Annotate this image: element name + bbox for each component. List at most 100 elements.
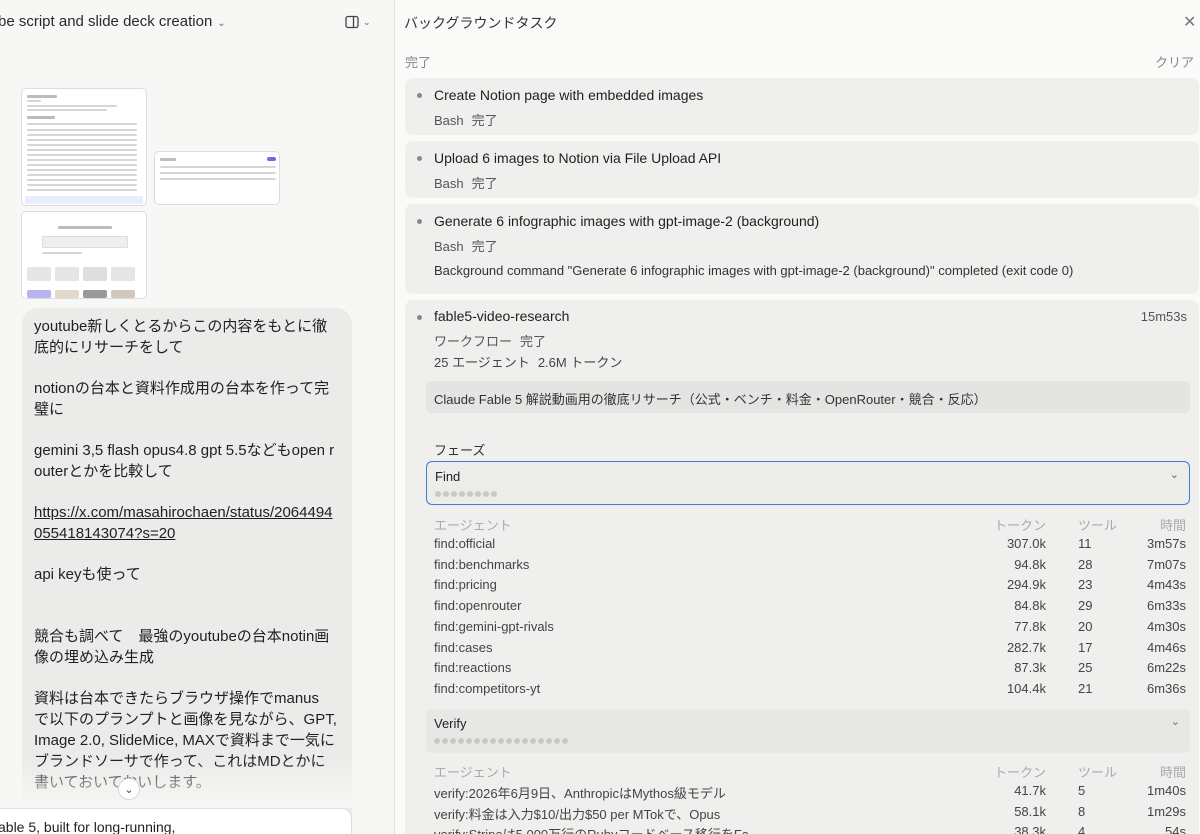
phase-verify[interactable]: Verify ⌄ (426, 709, 1190, 753)
chat-header: be script and slide deck creation ⌄ ⌄ (0, 0, 392, 44)
task-item[interactable]: Generate 6 infographic images with gpt-i… (405, 204, 1199, 294)
table-row[interactable]: verify:料金は入力$10/出力$50 per MTokで、Opus 58.1… (434, 802, 1190, 823)
workflow-name: fable5-video-research (434, 308, 570, 324)
progress-dot (482, 738, 488, 744)
workflow-duration: 15m53s (1140, 309, 1187, 324)
table-row[interactable]: find:pricing 294.9k 23 4m43s (434, 575, 1190, 596)
progress-dot (538, 738, 544, 744)
progress-dot (459, 491, 465, 497)
attachment-thumbnail-home[interactable] (21, 211, 147, 299)
task-item[interactable]: Create Notion page with embedded images … (405, 78, 1199, 135)
column-header-tokens: トークン (993, 765, 1046, 780)
progress-dot (514, 738, 520, 744)
clear-button[interactable]: クリア (1155, 52, 1194, 71)
agent-tokens: 282.7k (1006, 639, 1046, 655)
agent-tools: 11 (1078, 535, 1092, 551)
column-header-time: 時間 (1159, 518, 1186, 533)
phase-name: Find (435, 469, 461, 484)
workflow-agent-count: 25 エージェント (434, 355, 530, 370)
progress-dot (483, 491, 489, 497)
agent-time: 6m33s (1146, 598, 1186, 613)
column-header-tools: ツール (1078, 518, 1118, 533)
column-header-tools: ツール (1078, 765, 1118, 780)
agent-time: 6m36s (1146, 681, 1186, 696)
composer-text: able 5, built for long-running, (0, 819, 176, 834)
task-item[interactable]: Upload 6 images to Notion via File Uploa… (405, 141, 1199, 198)
task-name: Generate 6 infographic images with gpt-i… (434, 213, 820, 229)
phase-progress-dots (435, 491, 497, 497)
status-dot-icon (417, 93, 422, 98)
progress-dot (474, 738, 480, 744)
agent-tokens: 104.4k (1006, 681, 1046, 696)
chat-title-text: be script and slide deck creation (0, 13, 213, 30)
phase-find[interactable]: Find ⌄ (426, 461, 1190, 505)
agent-table-verify: エージェント トークン ツール 時間 verify:2026年6月9日、Anthropi… (434, 760, 1190, 834)
agent-name: find:cases (434, 639, 493, 655)
table-row[interactable]: find:cases 282.7k 17 4m46s (434, 638, 1190, 659)
agent-tokens: 58.1k (1014, 803, 1046, 819)
agent-tools: 20 (1078, 618, 1093, 634)
agent-time: 3m57s (1146, 535, 1186, 551)
panel-title: バックグラウンドタスク (404, 15, 558, 31)
agent-tokens: 38.3k (1014, 824, 1046, 834)
scroll-down-button[interactable]: ⌄ (118, 778, 140, 800)
agent-time: 7m07s (1146, 556, 1186, 572)
progress-dot (458, 738, 464, 744)
table-row[interactable]: find:openrouter 84.8k 29 6m33s (434, 596, 1190, 617)
task-tool: Bash (434, 176, 464, 191)
table-row[interactable]: verify:Stripeは5,000万行のRubyコードベース移行をFa 38.… (434, 822, 1190, 834)
status-dot-icon (417, 219, 422, 224)
agent-time: 4m46s (1146, 639, 1186, 655)
table-row[interactable]: find:benchmarks 94.8k 28 7m07s (434, 555, 1190, 576)
agent-name: find:gemini-gpt-rivals (434, 618, 554, 634)
task-status: 完了 (471, 239, 498, 254)
agent-tokens: 84.8k (1014, 598, 1046, 613)
task-name: Upload 6 images to Notion via File Uploa… (434, 150, 722, 166)
agent-tools: 25 (1078, 660, 1093, 676)
column-header-agent: エージェント (434, 518, 512, 533)
chevron-down-icon: ⌄ (363, 16, 371, 27)
progress-dot (562, 738, 568, 744)
agent-tools: 8 (1078, 803, 1086, 819)
chevron-down-icon: ⌄ (1170, 716, 1180, 728)
attachment-thumbnail-pricing[interactable] (21, 88, 147, 206)
workflow-description-text: Claude Fable 5 解説動画用の徹底リサーチ（公式・ベンチ・料金・Op… (434, 392, 987, 407)
table-row[interactable]: find:official 307.0k 11 3m57s (434, 534, 1190, 555)
agent-time: 1m40s (1146, 782, 1186, 798)
phases-label: フェーズ (434, 443, 486, 458)
column-header-tokens: トークン (993, 518, 1046, 533)
progress-dot (466, 738, 472, 744)
chevron-down-icon: ⌄ (217, 18, 226, 29)
progress-dot (530, 738, 536, 744)
agent-tools: 21 (1078, 681, 1093, 696)
progress-dot (554, 738, 560, 744)
message-paragraph: 競合も調べて 最強のyoutubeの台本notin画像の埋め込み生成 (34, 628, 330, 666)
agent-tokens: 87.3k (1014, 660, 1046, 676)
message-paragraph: youtube新しくとるからこの内容をもとに徹底的にリサーチをして (34, 318, 328, 356)
table-row[interactable]: verify:2026年6月9日、AnthropicはMythos級モデル 41.… (434, 781, 1190, 802)
toggle-panel-button[interactable]: ⌄ (345, 12, 373, 32)
close-icon[interactable]: ✕ (1183, 12, 1196, 32)
chat-title[interactable]: be script and slide deck creation ⌄ (0, 13, 226, 30)
progress-dot (491, 491, 497, 497)
agent-tools: 29 (1078, 598, 1093, 613)
scroll-fade (22, 760, 352, 808)
task-tool: Bash (434, 239, 464, 254)
progress-dot (498, 738, 504, 744)
task-name: Create Notion page with embedded images (434, 87, 704, 103)
chevron-down-icon: ⌄ (124, 783, 134, 796)
attachment-thumbnail-table[interactable] (154, 151, 280, 205)
agent-tools: 23 (1078, 577, 1093, 593)
table-row[interactable]: find:reactions 87.3k 25 6m22s (434, 658, 1190, 679)
table-row[interactable]: find:competitors-yt 104.4k 21 6m36s (434, 679, 1190, 700)
progress-dot (451, 491, 457, 497)
progress-dot (490, 738, 496, 744)
agent-name: verify:料金は入力$10/出力$50 per MTokで、Opus (434, 806, 721, 822)
message-composer[interactable]: able 5, built for long-running, (0, 808, 352, 834)
progress-dot (443, 491, 449, 497)
table-row[interactable]: find:gemini-gpt-rivals 77.8k 20 4m30s (434, 617, 1190, 638)
workflow-kind: ワークフロー (434, 334, 513, 349)
progress-dot (546, 738, 552, 744)
message-link[interactable]: https://x.com/masahirochaen/status/20644… (34, 504, 333, 542)
agent-name: find:official (434, 535, 496, 551)
